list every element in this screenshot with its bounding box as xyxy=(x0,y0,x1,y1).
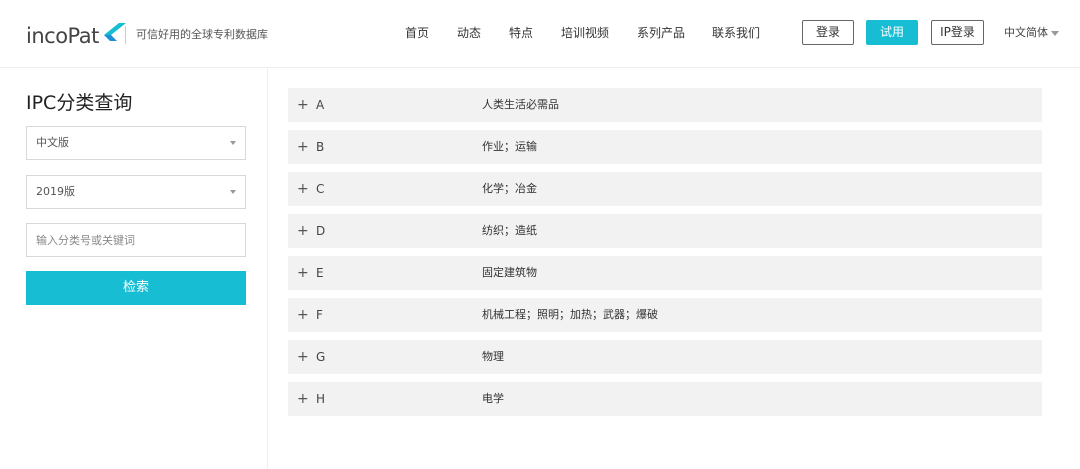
ipc-section-code: C xyxy=(316,182,325,196)
nav-training-videos[interactable]: 培训视频 xyxy=(561,24,609,42)
plus-icon: + xyxy=(297,181,309,197)
incopat-logo-mark-icon xyxy=(103,23,126,41)
ipc-section-description: 电学 xyxy=(482,392,504,405)
ipc-section-code: F xyxy=(316,308,323,322)
plus-icon: + xyxy=(297,391,309,407)
language-label: 中文简体 xyxy=(1004,26,1048,39)
ipc-section-description: 物理 xyxy=(482,350,504,363)
caret-down-icon xyxy=(1051,30,1059,36)
language-version-value: 中文版 xyxy=(36,136,69,149)
ip-login-button[interactable]: IP登录 xyxy=(931,20,984,45)
ipc-section-row-g[interactable]: + G 物理 xyxy=(288,340,1042,374)
ipc-section-row-h[interactable]: + H 电学 xyxy=(288,382,1042,416)
ipc-section-row-c[interactable]: + C 化学；冶金 xyxy=(288,172,1042,206)
ipc-section-row-b[interactable]: + B 作业；运输 xyxy=(288,130,1042,164)
plus-icon: + xyxy=(297,223,309,239)
logo-text: incoPat xyxy=(26,24,99,48)
edition-year-select[interactable]: 2019版 xyxy=(26,175,246,209)
slogan-text: 可信好用的全球专利数据库 xyxy=(136,28,268,41)
ipc-section-code: D xyxy=(316,224,326,238)
ipc-section-description: 固定建筑物 xyxy=(482,266,537,279)
language-version-select[interactable]: 中文版 xyxy=(26,126,246,160)
caret-down-icon xyxy=(230,190,236,194)
ipc-search-sidebar: IPC分类查询 中文版 2019版 检索 xyxy=(0,68,268,469)
ipc-section-row-a[interactable]: + A 人类生活必需品 xyxy=(288,88,1042,122)
search-button[interactable]: 检索 xyxy=(26,271,246,305)
login-button[interactable]: 登录 xyxy=(802,20,854,45)
logo-divider xyxy=(125,26,126,44)
nav-contact-us[interactable]: 联系我们 xyxy=(712,24,760,42)
ipc-section-description: 纺织；造纸 xyxy=(482,224,537,237)
ipc-section-description: 机械工程；照明；加热；武器；爆破 xyxy=(482,308,658,321)
nav-news[interactable]: 动态 xyxy=(457,24,481,42)
top-header: incoPat 可信好用的全球专利数据库 首页 动态 特点 培训视频 系列产品 … xyxy=(0,0,1080,68)
ipc-section-row-f[interactable]: + F 机械工程；照明；加热；武器；爆破 xyxy=(288,298,1042,332)
ipc-section-code: E xyxy=(316,266,324,280)
language-switcher[interactable]: 中文简体 xyxy=(1004,25,1059,41)
ipc-section-code: G xyxy=(316,350,326,364)
nav-features[interactable]: 特点 xyxy=(509,24,533,42)
ipc-section-code: B xyxy=(316,140,325,154)
ipc-section-description: 化学；冶金 xyxy=(482,182,537,195)
plus-icon: + xyxy=(297,97,309,113)
plus-icon: + xyxy=(297,139,309,155)
nav-home[interactable]: 首页 xyxy=(405,24,429,42)
trial-button[interactable]: 试用 xyxy=(866,20,918,45)
ipc-section-row-d[interactable]: + D 纺织；造纸 xyxy=(288,214,1042,248)
plus-icon: + xyxy=(297,265,309,281)
page-title: IPC分类查询 xyxy=(26,92,133,114)
ipc-section-row-e[interactable]: + E 固定建筑物 xyxy=(288,256,1042,290)
logo-text-pat: Pat xyxy=(67,24,100,48)
ipc-section-code: H xyxy=(316,392,326,406)
ipc-section-code: A xyxy=(316,98,325,112)
caret-down-icon xyxy=(230,141,236,145)
plus-icon: + xyxy=(297,349,309,365)
ipc-section-description: 作业；运输 xyxy=(482,140,537,153)
ipc-section-description: 人类生活必需品 xyxy=(482,98,559,111)
classification-search-input[interactable] xyxy=(26,223,246,257)
edition-year-value: 2019版 xyxy=(36,185,75,198)
nav-products[interactable]: 系列产品 xyxy=(637,24,685,42)
logo-text-inco: inco xyxy=(26,24,68,48)
incopat-logo[interactable]: incoPat xyxy=(26,18,127,48)
plus-icon: + xyxy=(297,307,309,323)
ipc-section-list: + A 人类生活必需品 + B 作业；运输 + C 化学；冶金 + D 纺织；造… xyxy=(288,88,1042,424)
